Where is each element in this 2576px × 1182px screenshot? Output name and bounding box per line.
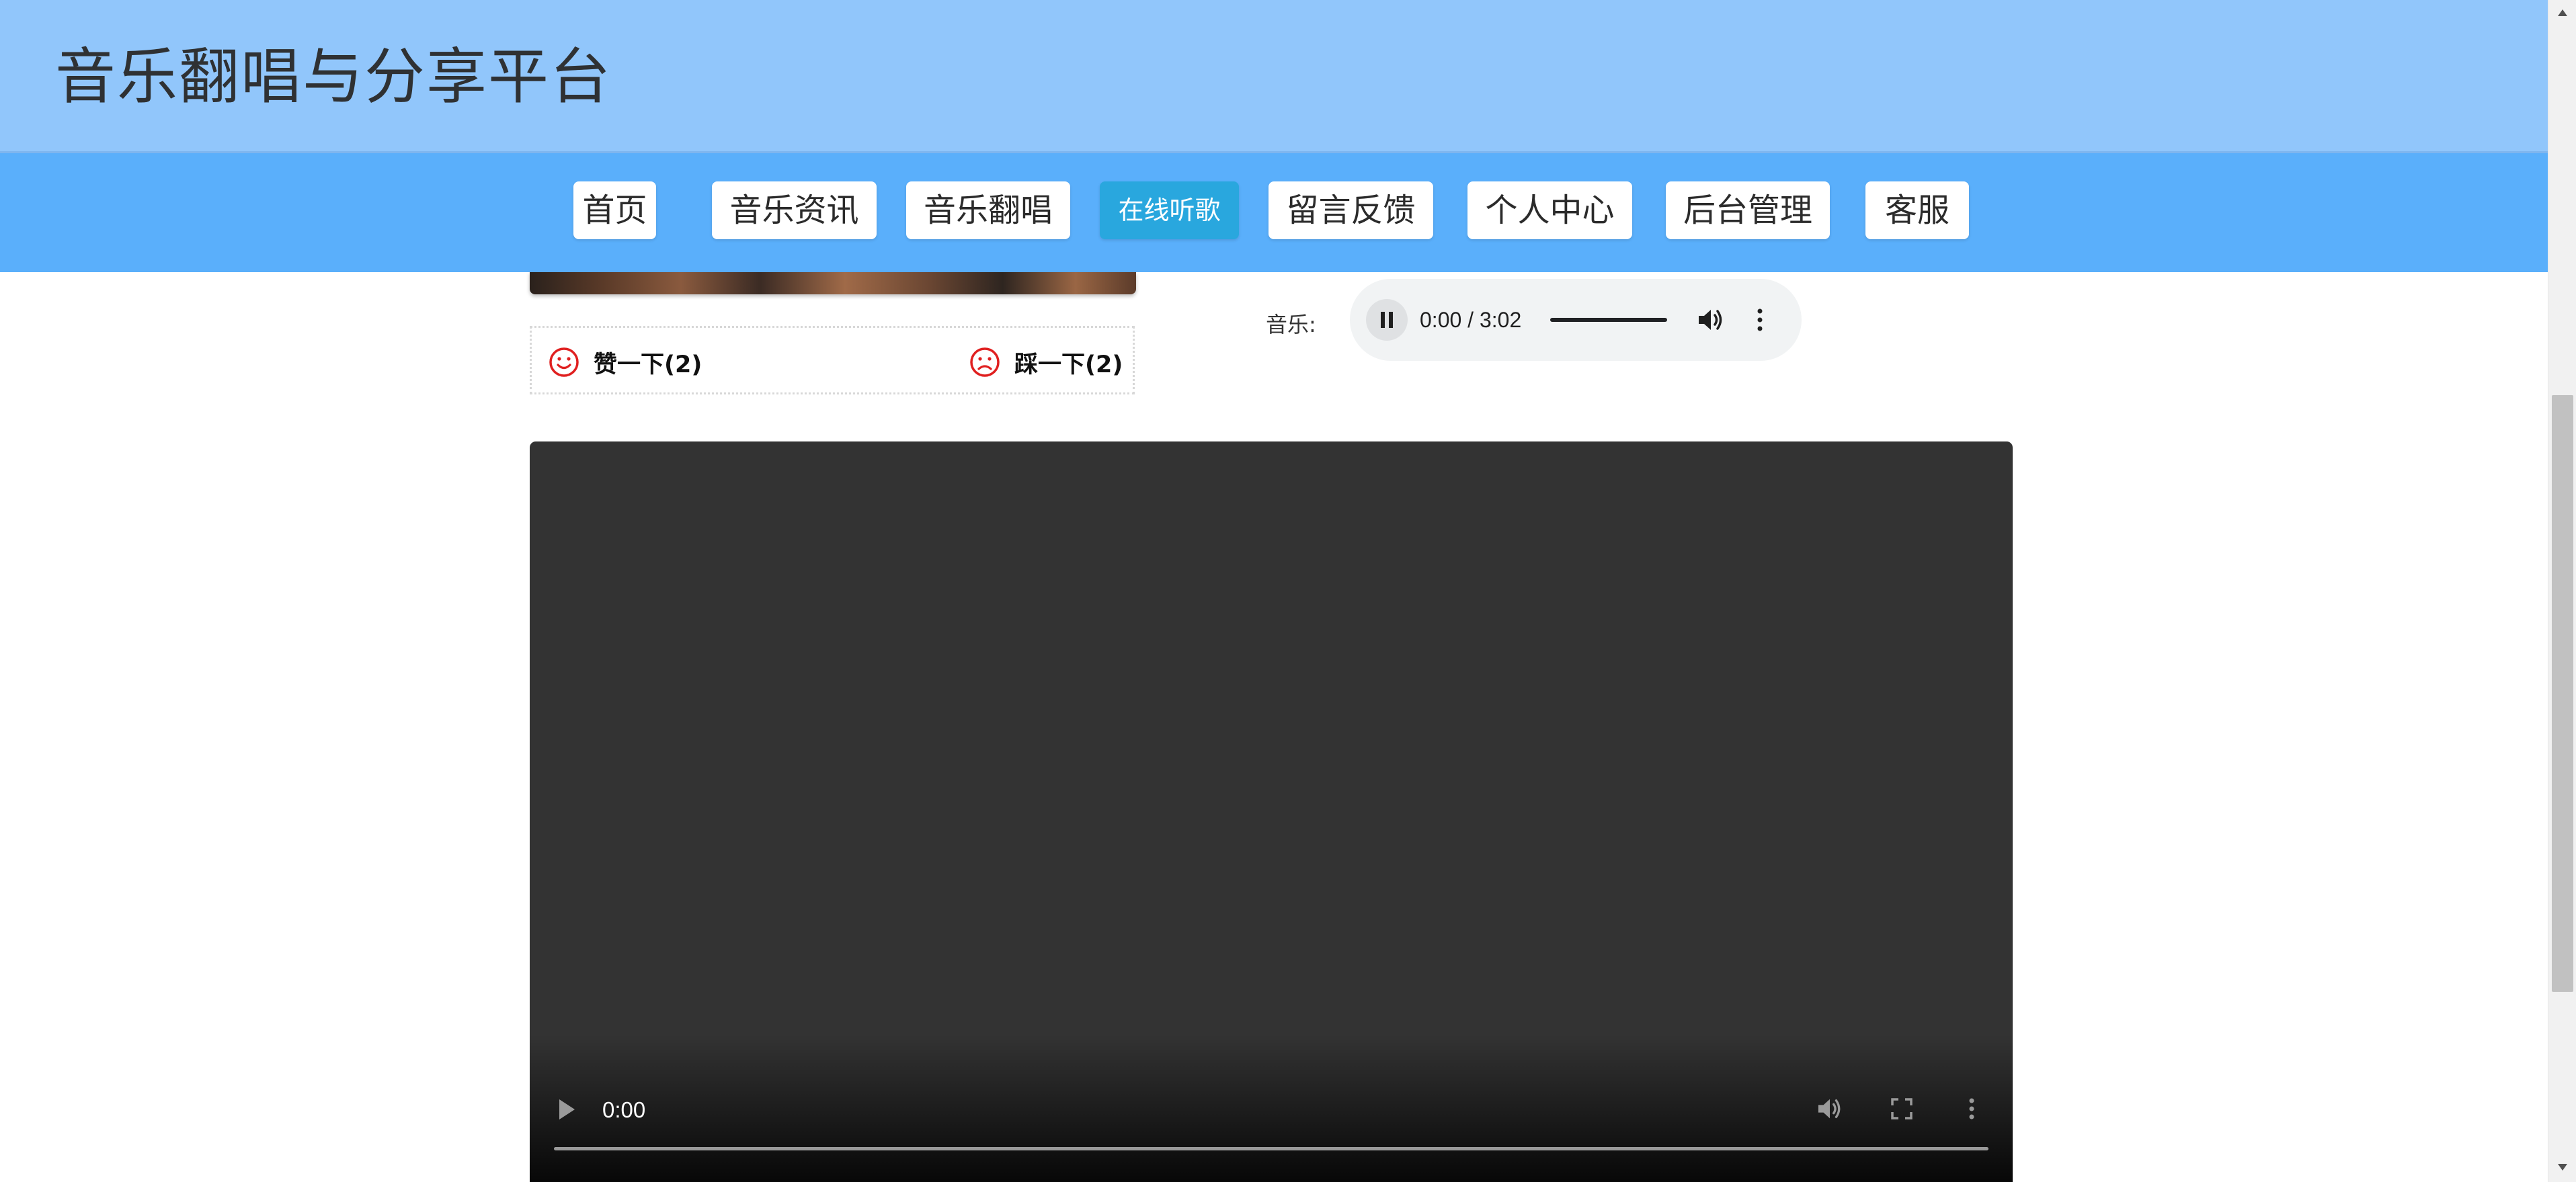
main-nav: 首页 音乐资讯 音乐翻唱 在线听歌 留言反馈 个人中心 后台管理 客服 <box>0 153 2548 272</box>
nav-item-music-cover[interactable]: 音乐翻唱 <box>906 181 1070 239</box>
site-title: 音乐翻唱与分享平台 <box>55 42 612 112</box>
nav-item-home[interactable]: 首页 <box>573 181 656 239</box>
sad-icon <box>970 347 1000 377</box>
dislike-label: 踩一下(2) <box>1014 351 1123 378</box>
more-vertical-icon[interactable] <box>1753 307 1767 333</box>
vote-box: 赞一下(2) 踩一下(2) <box>530 326 1135 394</box>
smile-icon <box>549 347 579 377</box>
video-player[interactable]: 0:00 <box>530 441 2013 1182</box>
like-button[interactable]: 赞一下(2) <box>548 345 702 379</box>
site-header: 音乐翻唱与分享平台 <box>0 0 2548 153</box>
nav-item-feedback[interactable]: 留言反馈 <box>1269 181 1433 239</box>
like-label: 赞一下(2) <box>594 351 702 378</box>
nav-item-customer-service[interactable]: 客服 <box>1865 181 1969 239</box>
volume-icon[interactable] <box>1697 307 1725 333</box>
fullscreen-icon[interactable] <box>1890 1097 1913 1120</box>
audio-time: 0:00 / 3:02 <box>1420 308 1522 332</box>
play-icon[interactable] <box>557 1097 577 1122</box>
audio-progress-bar[interactable] <box>1550 318 1667 322</box>
more-vertical-icon[interactable] <box>1965 1097 1978 1121</box>
scroll-up-arrow-icon[interactable] <box>2557 8 2569 17</box>
pause-icon <box>1381 312 1393 328</box>
video-time: 0:00 <box>602 1097 646 1122</box>
pause-button[interactable] <box>1366 299 1408 341</box>
dislike-button[interactable]: 踩一下(2) <box>969 345 1123 379</box>
scrollbar-thumb[interactable] <box>2552 395 2573 992</box>
video-progress-bar[interactable] <box>554 1147 1988 1150</box>
video-controls-gradient <box>530 1034 2013 1182</box>
page: 音乐翻唱与分享平台 首页 音乐资讯 音乐翻唱 在线听歌 留言反馈 个人中心 后台… <box>0 0 2576 1182</box>
nav-item-admin[interactable]: 后台管理 <box>1666 181 1830 239</box>
scroll-down-arrow-icon[interactable] <box>2557 1163 2569 1172</box>
cover-image <box>530 272 1136 294</box>
scrollbar[interactable] <box>2548 0 2576 1182</box>
nav-item-personal-center[interactable]: 个人中心 <box>1467 181 1632 239</box>
nav-item-music-news[interactable]: 音乐资讯 <box>712 181 877 239</box>
audio-player[interactable]: 0:00 / 3:02 <box>1350 279 1802 361</box>
nav-item-online-listening[interactable]: 在线听歌 <box>1100 181 1239 239</box>
volume-icon[interactable] <box>1816 1097 1843 1121</box>
music-label: 音乐: <box>1266 312 1316 337</box>
